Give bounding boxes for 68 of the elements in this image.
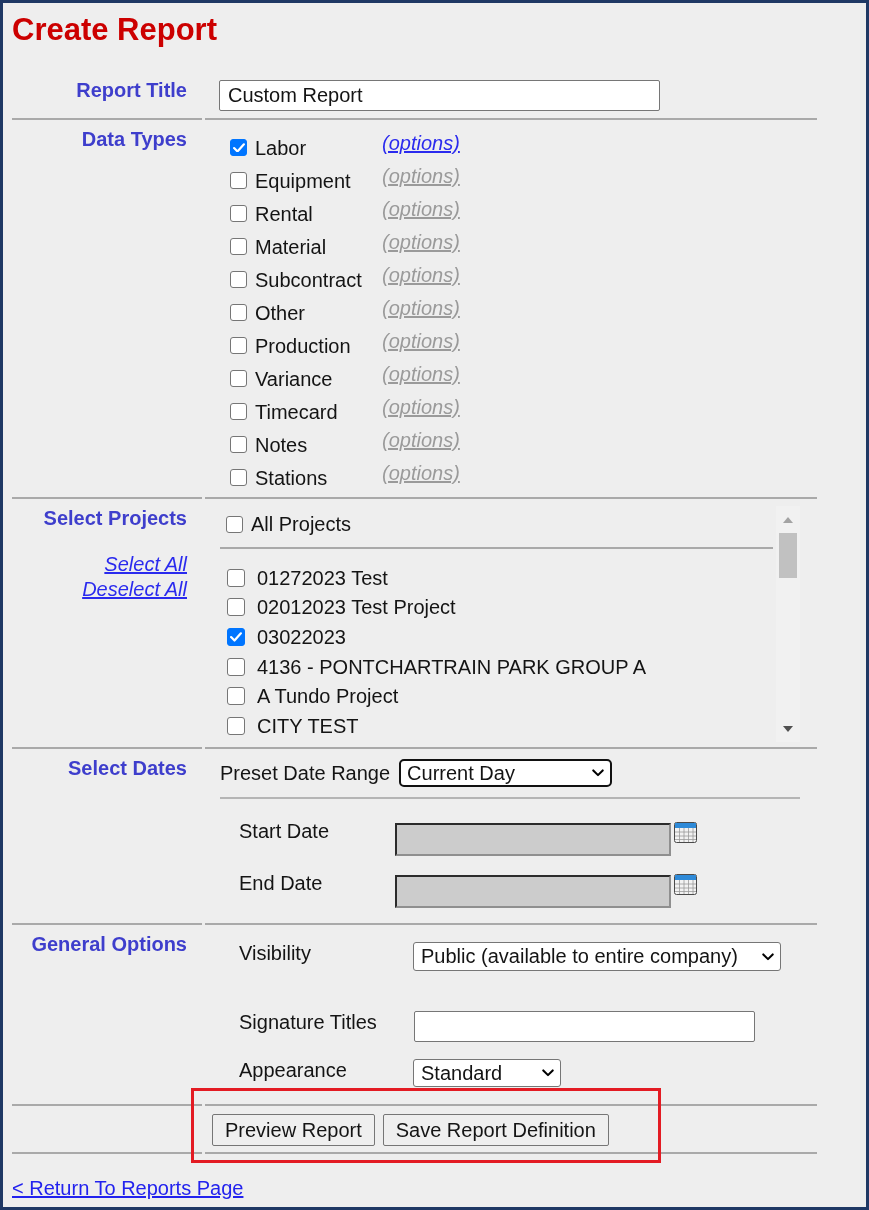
checkbox[interactable] — [226, 515, 243, 533]
report-title-field[interactable]: Custom Report — [219, 80, 660, 111]
chevron-down-icon — [542, 1069, 554, 1077]
deselect-all-link[interactable]: Deselect All — [82, 577, 187, 602]
scrollbar-thumb[interactable] — [779, 533, 797, 578]
data-type-label: Equipment — [255, 168, 351, 193]
checkbox[interactable] — [227, 598, 245, 617]
checkbox[interactable] — [230, 370, 247, 387]
checkmark-icon — [230, 632, 242, 642]
visibility-label: Visibility — [239, 943, 312, 963]
calendar-icon[interactable] — [674, 822, 697, 843]
checkbox[interactable] — [227, 628, 245, 646]
action-button[interactable]: Preview Report — [212, 1114, 375, 1146]
checkbox[interactable] — [230, 172, 247, 189]
data-type-label: Other — [255, 300, 306, 325]
checkbox[interactable] — [227, 657, 245, 676]
action-button[interactable]: Save Report Definition — [382, 1114, 609, 1146]
checkbox[interactable] — [230, 238, 247, 255]
section-label: Data Types — [81, 128, 187, 151]
down-arrow-icon[interactable] — [783, 725, 793, 732]
checkbox[interactable] — [230, 403, 247, 420]
appearance-label: Appearance — [239, 1060, 348, 1080]
preset-range-label: Preset Date Range — [220, 761, 391, 785]
appearance-dropdown[interactable]: Standard — [413, 1059, 561, 1087]
data-type-label: Notes — [255, 432, 308, 457]
preset-range-dropdown[interactable]: Current Day — [399, 759, 613, 787]
checkbox[interactable] — [230, 337, 247, 354]
return-link[interactable]: < Return To Reports Page — [12, 1177, 244, 1200]
signature-titles-field[interactable] — [414, 1011, 755, 1042]
data-type-label: Subcontract — [255, 267, 362, 292]
options-link[interactable]: (options) — [382, 131, 460, 156]
checkbox[interactable] — [230, 469, 247, 486]
checkbox[interactable] — [230, 139, 247, 156]
section-label: Report Title — [76, 79, 187, 102]
chevron-down-icon — [592, 769, 605, 777]
signature-titles-label: Signature Titles — [239, 1012, 378, 1032]
project-label: CITY TEST — [257, 713, 359, 738]
data-type-label: Material — [255, 234, 327, 259]
checkmark-icon — [232, 142, 245, 153]
section-label: Select Dates — [68, 757, 187, 780]
project-label: 01272023 Test — [257, 565, 388, 590]
section-label: General Options — [31, 933, 187, 956]
page-title: Create Report — [12, 11, 217, 48]
visibility-dropdown[interactable]: Public (available to entire company) — [413, 942, 781, 971]
data-type-label: Timecard — [255, 399, 338, 424]
checkbox[interactable] — [230, 436, 247, 453]
project-label: 03022023 — [257, 625, 346, 649]
data-type-label: Labor — [255, 135, 307, 160]
all-projects-label: All Projects — [251, 512, 352, 536]
chevron-down-icon — [762, 952, 774, 961]
data-type-label: Stations — [255, 465, 328, 490]
calendar-icon[interactable] — [674, 874, 697, 895]
data-type-label: Production — [255, 333, 351, 358]
checkbox[interactable] — [227, 568, 245, 587]
date-label: Start Date — [239, 821, 331, 841]
date-label: End Date — [239, 873, 324, 893]
project-label: 4136 - PONTCHARTRAIN PARK GROUP A — [257, 654, 646, 679]
checkbox[interactable] — [227, 687, 245, 706]
checkbox[interactable] — [227, 716, 245, 735]
data-type-label: Rental — [255, 201, 313, 226]
select-all-link[interactable]: Select All — [104, 552, 187, 577]
checkbox[interactable] — [230, 205, 247, 222]
data-type-label: Variance — [255, 366, 333, 391]
checkbox[interactable] — [230, 304, 247, 321]
section-label: Select Projects — [43, 507, 187, 530]
project-label: A Tundo Project — [257, 684, 399, 709]
project-label: 02012023 Test Project — [257, 595, 456, 620]
checkbox[interactable] — [230, 271, 247, 288]
